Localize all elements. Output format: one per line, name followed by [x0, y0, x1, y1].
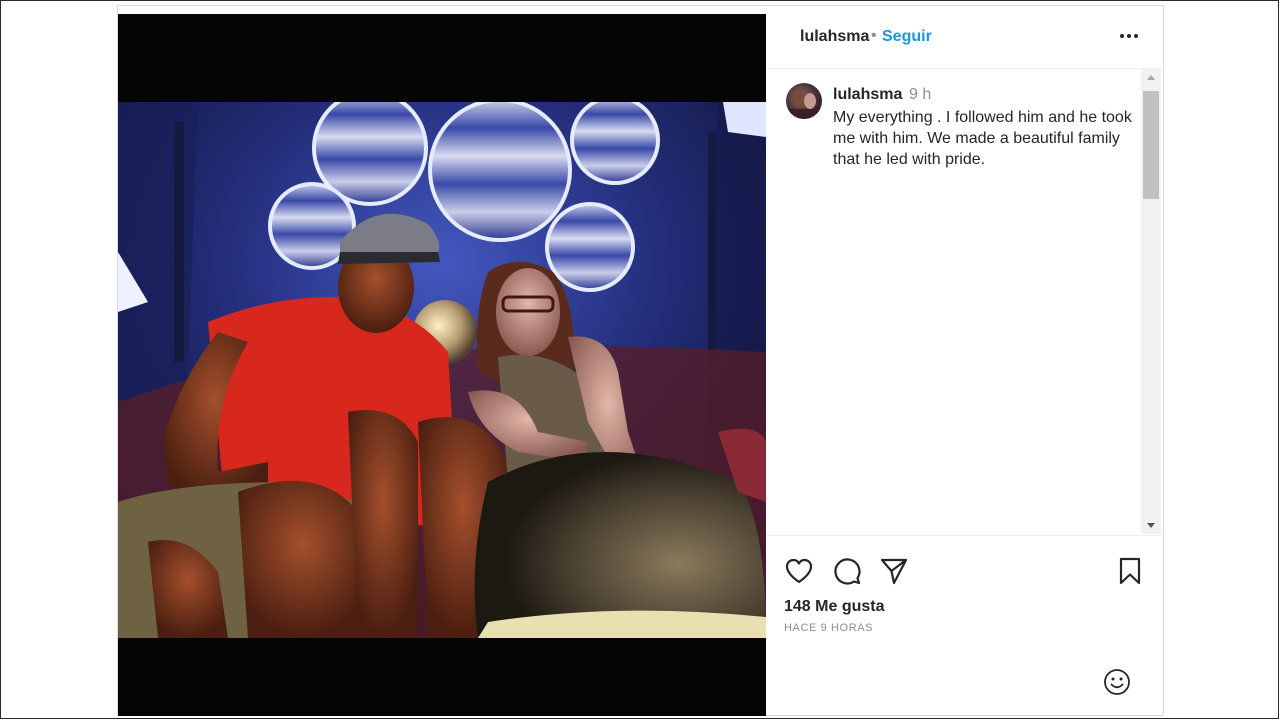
- post-actions: 148 Me gusta HACE 9 HORAS: [766, 535, 1163, 716]
- post-timestamp[interactable]: HACE 9 HORAS: [784, 622, 873, 634]
- header-username[interactable]: lulahsma: [800, 28, 869, 46]
- post-header: lulahsma • Seguir: [766, 6, 1163, 69]
- heart-icon[interactable]: [784, 556, 814, 586]
- follow-button[interactable]: Seguir: [882, 28, 932, 46]
- scroll-down-arrow-icon[interactable]: [1141, 517, 1161, 534]
- scroll-up-arrow-icon[interactable]: [1141, 69, 1161, 86]
- post-media[interactable]: [118, 14, 766, 716]
- post-sidebar: lulahsma • Seguir lulahsma 9 h My everyt…: [766, 6, 1163, 715]
- caption-avatar[interactable]: [786, 83, 822, 119]
- comment-icon[interactable]: [832, 556, 862, 586]
- more-options-icon[interactable]: [1116, 24, 1142, 48]
- likes-count[interactable]: 148 Me gusta: [784, 598, 884, 616]
- send-icon[interactable]: [879, 556, 909, 586]
- bookmark-icon[interactable]: [1115, 556, 1145, 586]
- comments-scrollbar[interactable]: [1141, 69, 1161, 534]
- post-photo: [118, 102, 766, 638]
- header-separator: •: [871, 27, 877, 44]
- comments-section[interactable]: lulahsma 9 h My everything . I followed …: [766, 69, 1163, 534]
- post-dialog: lulahsma • Seguir lulahsma 9 h My everyt…: [117, 5, 1164, 716]
- scrollbar-thumb[interactable]: [1143, 91, 1159, 199]
- caption-text: My everything . I followed him and he to…: [833, 109, 1132, 168]
- caption-username[interactable]: lulahsma: [833, 86, 902, 104]
- emoji-icon[interactable]: [1102, 667, 1132, 697]
- caption-time[interactable]: 9 h: [909, 86, 931, 104]
